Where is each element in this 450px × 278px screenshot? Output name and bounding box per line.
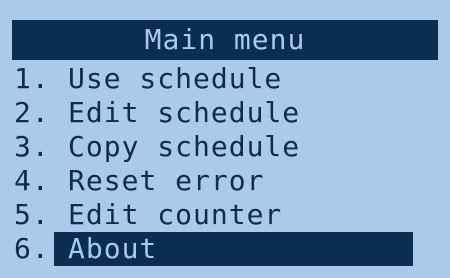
menu-title: Main menu [12,20,438,60]
menu-item-number: 4. [14,164,50,197]
main-menu-list: 1. Use schedule 2. Edit schedule 3. Copy sc… [14,62,440,266]
menu-item-label: About [54,232,413,266]
menu-item-label: Edit counter [68,198,283,231]
menu-item-number: 5. [14,198,50,231]
menu-item-label: Edit schedule [68,96,301,129]
menu-item-label: Use schedule [68,62,283,95]
menu-item-edit-counter[interactable]: 5. Edit counter [14,198,440,232]
menu-item-use-schedule[interactable]: 1. Use schedule [14,62,440,96]
menu-item-number: 1. [14,62,50,95]
menu-item-about[interactable]: 6. About [14,232,440,266]
menu-item-number: 2. [14,96,50,129]
menu-item-label: Reset error [68,164,265,197]
menu-item-copy-schedule[interactable]: 3. Copy schedule [14,130,440,164]
menu-item-reset-error[interactable]: 4. Reset error [14,164,440,198]
menu-item-number: 3. [14,130,50,163]
menu-item-number: 6. [14,232,50,265]
menu-item-edit-schedule[interactable]: 2. Edit schedule [14,96,440,130]
menu-item-label: Copy schedule [68,130,301,163]
lcd-screen: Main menu 1. Use schedule 2. Edit schedule… [0,0,450,278]
